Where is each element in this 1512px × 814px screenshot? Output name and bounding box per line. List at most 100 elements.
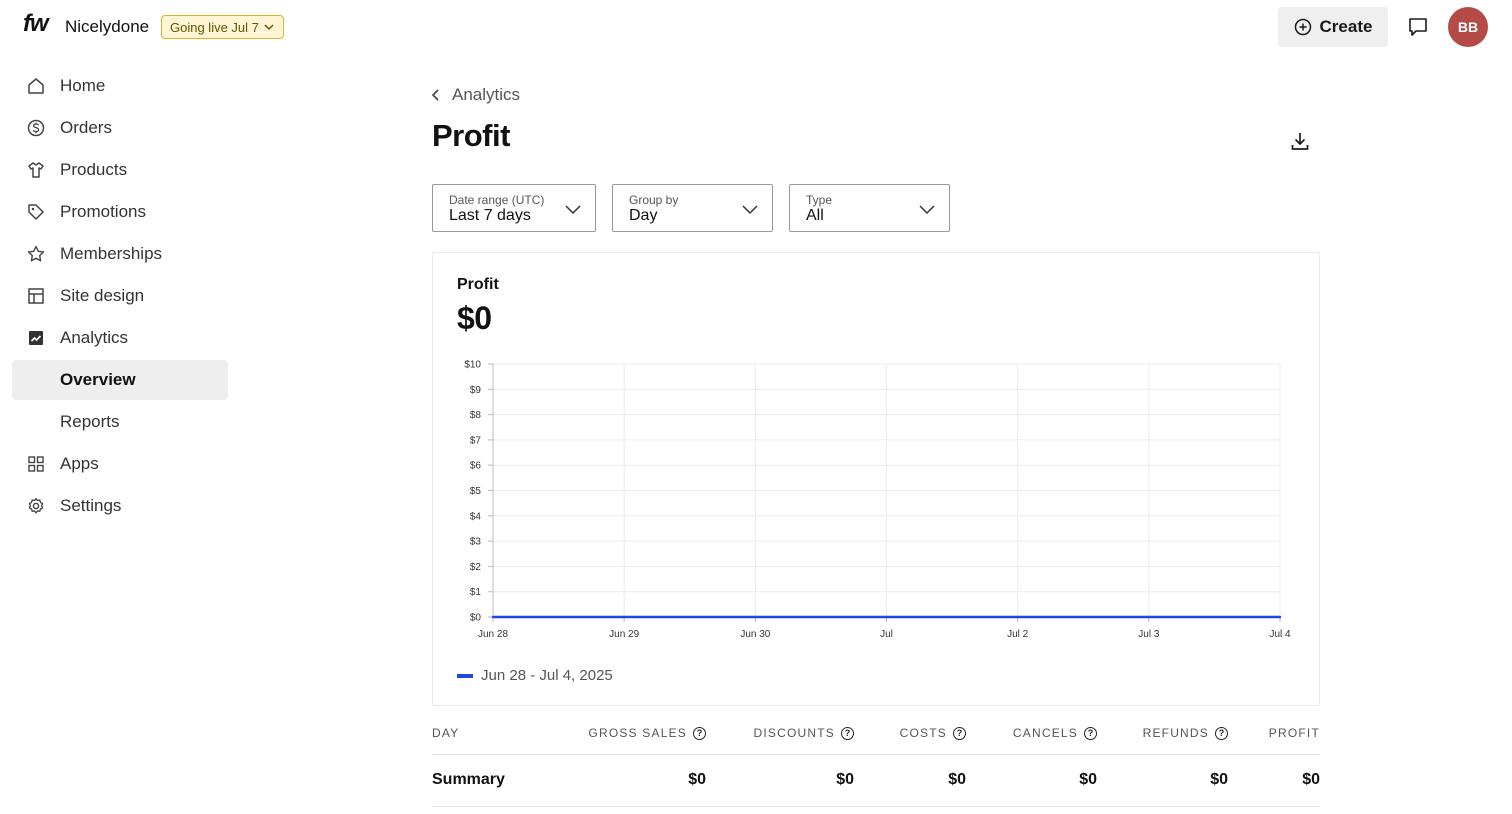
- legend-swatch: [457, 673, 473, 678]
- summary-profit: $0: [1302, 771, 1320, 788]
- sidebar-item-settings[interactable]: Settings: [12, 486, 228, 526]
- x-tick-label: Jun 29: [609, 629, 639, 640]
- help-icon[interactable]: ?: [841, 726, 854, 740]
- column-header-cancels: CANCELS?: [1013, 726, 1097, 740]
- sidebar-item-memberships[interactable]: Memberships: [12, 234, 228, 274]
- data-point: [754, 615, 757, 619]
- y-tick-label: $5: [470, 486, 482, 497]
- date-range-value: Last 7 days: [449, 207, 531, 224]
- sidebar-item-reports[interactable]: Reports: [12, 402, 228, 442]
- column-header-refunds: REFUNDS?: [1143, 726, 1228, 740]
- summary-cancels: $0: [1079, 771, 1097, 788]
- sidebar-item-label: Home: [60, 76, 106, 95]
- sidebar-item-products[interactable]: Products: [12, 150, 228, 190]
- sidebar-item-label: Promotions: [60, 202, 146, 221]
- help-icon[interactable]: ?: [693, 726, 706, 740]
- date-range-select[interactable]: Date range (UTC) Last 7 days: [432, 184, 596, 232]
- messages-button[interactable]: [1404, 13, 1432, 41]
- chart-legend: Jun 28 - Jul 4, 2025: [457, 667, 613, 684]
- x-tick-label: Jul 3: [1138, 629, 1160, 640]
- create-button[interactable]: Create: [1278, 7, 1388, 47]
- tag-icon: [26, 202, 46, 222]
- data-point: [1278, 615, 1282, 619]
- sidebar-item-label: Overview: [60, 370, 136, 389]
- sidebar-item-label: Settings: [60, 496, 122, 515]
- dollar-circle-icon: [26, 118, 46, 138]
- chat-icon: [1409, 18, 1427, 36]
- chevron-down-icon: [742, 205, 758, 215]
- y-tick-label: $1: [470, 587, 482, 598]
- data-point: [1147, 615, 1151, 619]
- legend-label: Jun 28 - Jul 4, 2025: [481, 667, 613, 684]
- download-button[interactable]: [1287, 128, 1313, 154]
- column-header-profit: PROFIT: [1268, 726, 1320, 740]
- profit-line-chart: $0 $1 $2 $3 $4 $5 $6 $7 $8 $9 $10 Jun 28 Jun 29 Jun 3…: [464, 360, 1291, 641]
- data-point: [491, 615, 495, 619]
- y-tick-label: $3: [470, 537, 482, 548]
- x-tick-label: Jul 2: [1007, 629, 1029, 640]
- star-icon: [26, 244, 46, 264]
- x-tick-label: Jul 4: [1269, 629, 1291, 640]
- chevron-down-icon: [919, 205, 935, 215]
- gear-icon: [26, 496, 46, 516]
- help-icon[interactable]: ?: [953, 726, 966, 740]
- column-header-discounts: DISCOUNTS?: [754, 726, 854, 740]
- summary-discounts: $0: [836, 771, 854, 788]
- breadcrumb-label: Analytics: [452, 85, 521, 104]
- sidebar-item-label: Analytics: [60, 328, 129, 347]
- group-by-select[interactable]: Group by Day: [612, 184, 773, 232]
- x-tick-label: Jun 28: [478, 629, 508, 640]
- sidebar-item-apps[interactable]: Apps: [12, 444, 228, 484]
- sidebar-item-analytics[interactable]: Analytics: [12, 318, 228, 358]
- sidebar-item-orders[interactable]: Orders: [12, 108, 228, 148]
- y-tick-label: $10: [464, 360, 481, 371]
- sidebar-item-home[interactable]: Home: [12, 66, 228, 106]
- app-logo[interactable]: fw: [23, 10, 49, 38]
- type-value: All: [806, 207, 824, 224]
- go-live-badge[interactable]: Going live Jul 7: [161, 15, 284, 39]
- help-icon[interactable]: ?: [1084, 726, 1097, 740]
- y-tick-label: $0: [470, 613, 482, 624]
- create-label: Create: [1319, 17, 1373, 36]
- home-icon: [26, 76, 46, 96]
- y-tick-label: $4: [470, 511, 482, 522]
- y-tick-label: $9: [470, 385, 482, 396]
- y-tick-label: $6: [470, 461, 482, 472]
- shirt-icon: [26, 160, 46, 180]
- store-name: Nicelydone: [65, 17, 150, 36]
- sidebar-item-label: Orders: [60, 118, 112, 137]
- summary-label: Summary: [432, 771, 505, 788]
- chevron-down-icon: [565, 205, 581, 215]
- y-tick-label: $2: [470, 562, 482, 573]
- sidebar-item-promotions[interactable]: Promotions: [12, 192, 228, 232]
- type-label: Type: [806, 193, 833, 207]
- data-point: [622, 615, 626, 619]
- sidebar-item-label: Site design: [60, 286, 145, 305]
- column-header-day: DAY: [432, 726, 460, 740]
- help-icon[interactable]: ?: [1215, 726, 1228, 740]
- y-tick-label: $8: [470, 410, 482, 421]
- group-by-value: Day: [629, 207, 658, 224]
- sidebar-item-overview[interactable]: Overview: [12, 360, 228, 400]
- sidebar-item-site-design[interactable]: Site design: [12, 276, 228, 316]
- column-header-costs: COSTS?: [900, 726, 966, 740]
- divider: [432, 754, 1320, 755]
- sidebar-item-label: Memberships: [60, 244, 163, 263]
- summary-costs: $0: [948, 771, 966, 788]
- breadcrumb[interactable]: Analytics: [428, 85, 520, 105]
- grid-icon: [26, 454, 46, 474]
- divider: [432, 806, 1320, 807]
- download-icon: [1291, 133, 1309, 150]
- group-by-label: Group by: [629, 193, 679, 207]
- y-tick-label: $7: [470, 435, 482, 446]
- type-select[interactable]: Type All: [789, 184, 950, 232]
- sidebar-item-label: Apps: [60, 454, 99, 473]
- data-point: [885, 615, 888, 619]
- avatar[interactable]: BB: [1448, 7, 1488, 47]
- chevron-down-icon: [264, 24, 274, 31]
- summary-refunds: $0: [1210, 771, 1228, 788]
- date-range-label: Date range (UTC): [449, 193, 545, 207]
- top-bar: fw Nicelydone Going live Jul 7 Create BB: [0, 0, 1512, 54]
- chevron-left-icon: [431, 89, 439, 101]
- sidebar: Home Orders Products Promotions Membersh…: [12, 66, 228, 528]
